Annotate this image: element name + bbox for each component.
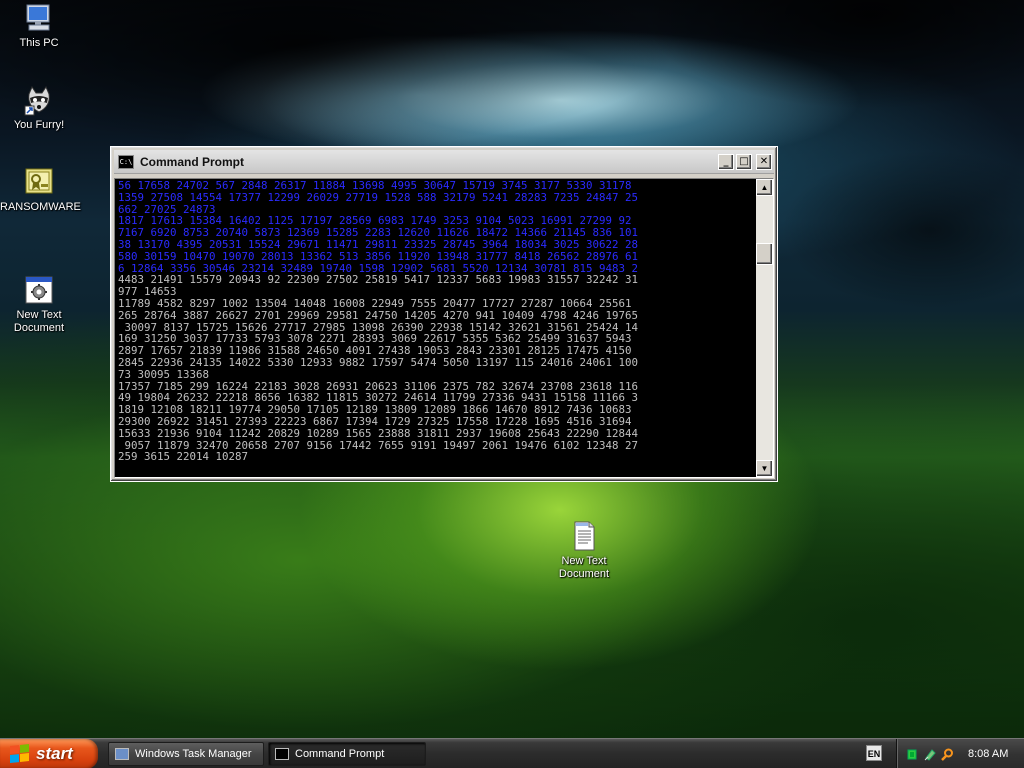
desktop-icon-ransomware[interactable]: RANSOMWARE — [0, 166, 81, 214]
maximize-button[interactable]: □ — [736, 153, 752, 170]
dark-cloud-far-right — [780, 150, 1024, 310]
close-button[interactable]: ✕ — [756, 153, 772, 170]
vertical-scrollbar[interactable]: ▲ ▼ — [756, 179, 773, 477]
task-manager-icon — [115, 748, 129, 760]
certificate-icon — [23, 166, 55, 198]
taskbar-button-label: Command Prompt — [295, 748, 385, 760]
safely-remove-icon[interactable] — [924, 748, 937, 761]
console-line: 15633 21936 9104 11242 20829 10289 1565 … — [118, 426, 639, 440]
cmd-icon — [275, 748, 289, 760]
console-line: 1359 27508 14554 17377 12299 26029 27719… — [118, 190, 639, 204]
console-line: 73 30095 13368 — [118, 367, 210, 381]
computer-icon — [23, 2, 55, 34]
desktop-icon-label: You Furry! — [13, 119, 65, 131]
console-line: 4483 21491 15579 20943 92 22309 27502 25… — [118, 273, 639, 287]
taskbar-button-label: Windows Task Manager — [135, 748, 252, 760]
dark-cloud-right — [640, 0, 1024, 110]
taskbar-button-command-prompt[interactable]: Command Prompt — [268, 742, 426, 766]
console-line: 265 28764 3887 26627 2701 29969 29581 24… — [118, 308, 639, 322]
search-icon[interactable] — [941, 748, 954, 761]
scroll-thumb[interactable] — [756, 243, 773, 265]
network-icon[interactable] — [907, 748, 920, 761]
batch-file-icon — [23, 261, 55, 304]
dark-cloud-left — [0, 0, 680, 150]
console-area: 56 17658 24702 567 2848 26317 11884 1369… — [114, 178, 774, 478]
console-line: 580 30159 10470 19070 28013 13362 513 38… — [118, 249, 639, 263]
desktop-icon-new-text-document-2[interactable]: New Text Document — [545, 494, 623, 594]
console-line: 259 3615 22014 10287 — [118, 450, 249, 464]
command-prompt-window[interactable]: C:\ Command Prompt _ □ ✕ 56 17658 24702 … — [110, 146, 778, 482]
text-document-icon — [568, 507, 600, 551]
desktop-icon-you-furry[interactable]: You Furry! — [0, 84, 78, 132]
console-line: 2845 22936 24135 14022 5330 12933 9882 1… — [118, 355, 639, 369]
desktop-icon-label: New Text Document — [558, 555, 610, 580]
desktop-icon-this-pc[interactable]: This PC — [0, 2, 78, 50]
minimize-button[interactable]: _ — [718, 153, 734, 170]
console-line: 38 13170 4395 20531 15524 29671 11471 29… — [118, 237, 639, 251]
taskbar-button-task-manager[interactable]: Windows Task Manager — [108, 742, 264, 766]
desktop-icon-label: RANSOMWARE — [0, 201, 81, 213]
console-output[interactable]: 56 17658 24702 567 2848 26317 11884 1369… — [115, 179, 756, 477]
console-line: 29300 26922 31451 27393 22223 6867 17394… — [118, 414, 639, 428]
windows-logo-icon — [10, 744, 30, 764]
cmd-icon: C:\ — [118, 154, 134, 169]
clock[interactable]: 8:08 AM — [968, 748, 1008, 760]
start-button[interactable]: start — [0, 739, 98, 768]
window-title: Command Prompt — [140, 154, 245, 169]
console-line: 11789 4582 8297 1002 13504 14048 16008 2… — [118, 296, 639, 310]
title-bar[interactable]: C:\ Command Prompt _ □ ✕ — [114, 150, 774, 174]
desktop-icon-label: New Text Document — [13, 309, 65, 334]
scroll-up-arrow-icon[interactable]: ▲ — [756, 179, 773, 196]
system-tray: 8:08 AM — [896, 739, 1024, 768]
desktop-icon-new-text-document-1[interactable]: New Text Document — [0, 248, 78, 348]
desktop-icon-label: This PC — [19, 37, 59, 49]
scroll-down-arrow-icon[interactable]: ▼ — [756, 460, 773, 477]
start-label: start — [36, 744, 73, 763]
taskbar: start Windows Task Manager Command Promp… — [0, 738, 1024, 768]
language-indicator[interactable]: EN — [866, 745, 882, 761]
raccoon-shortcut-icon — [23, 84, 55, 116]
